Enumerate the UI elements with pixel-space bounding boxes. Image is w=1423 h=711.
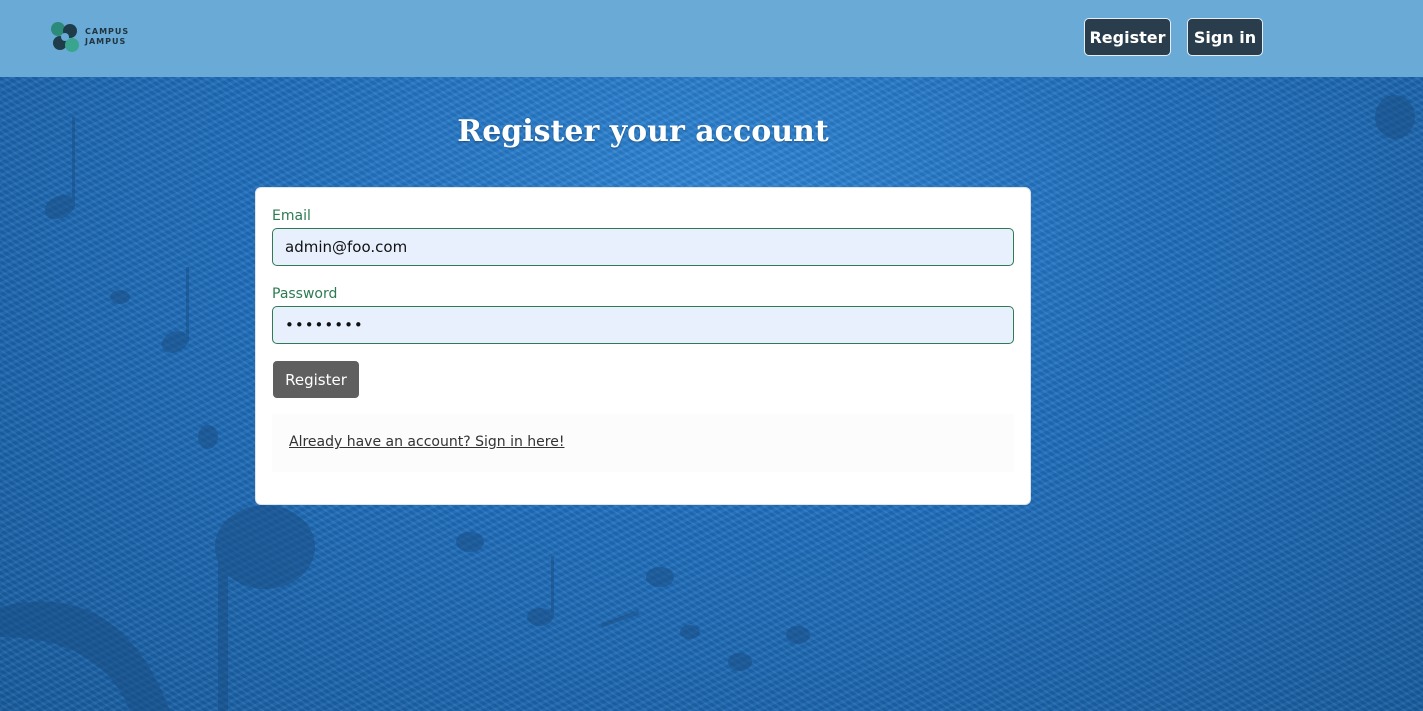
password-field[interactable]	[272, 306, 1014, 344]
brand-line-1: CAMPUS	[85, 27, 130, 36]
brand-line-2: JAMPUS	[85, 37, 127, 46]
password-label: Password	[272, 286, 338, 302]
nav-signin-button[interactable]: Sign in	[1187, 18, 1263, 56]
nav-register-button[interactable]: Register	[1084, 18, 1171, 56]
register-submit-button[interactable]: Register	[273, 361, 359, 398]
brand-name: CAMPUS JAMPUS	[85, 27, 129, 47]
register-form-card: Email Password Register Already have an …	[255, 187, 1031, 505]
email-label: Email	[272, 208, 311, 224]
page-title: Register your account	[457, 114, 829, 149]
email-field[interactable]	[272, 228, 1014, 266]
signin-here-link[interactable]: Already have an account? Sign in here!	[289, 434, 564, 450]
top-navbar: CAMPUS JAMPUS Register Sign in	[0, 0, 1423, 77]
brand-logo[interactable]: CAMPUS JAMPUS	[48, 18, 138, 56]
campus-jampus-logo-icon	[51, 22, 79, 52]
signin-prompt-box: Already have an account? Sign in here!	[272, 414, 1014, 472]
